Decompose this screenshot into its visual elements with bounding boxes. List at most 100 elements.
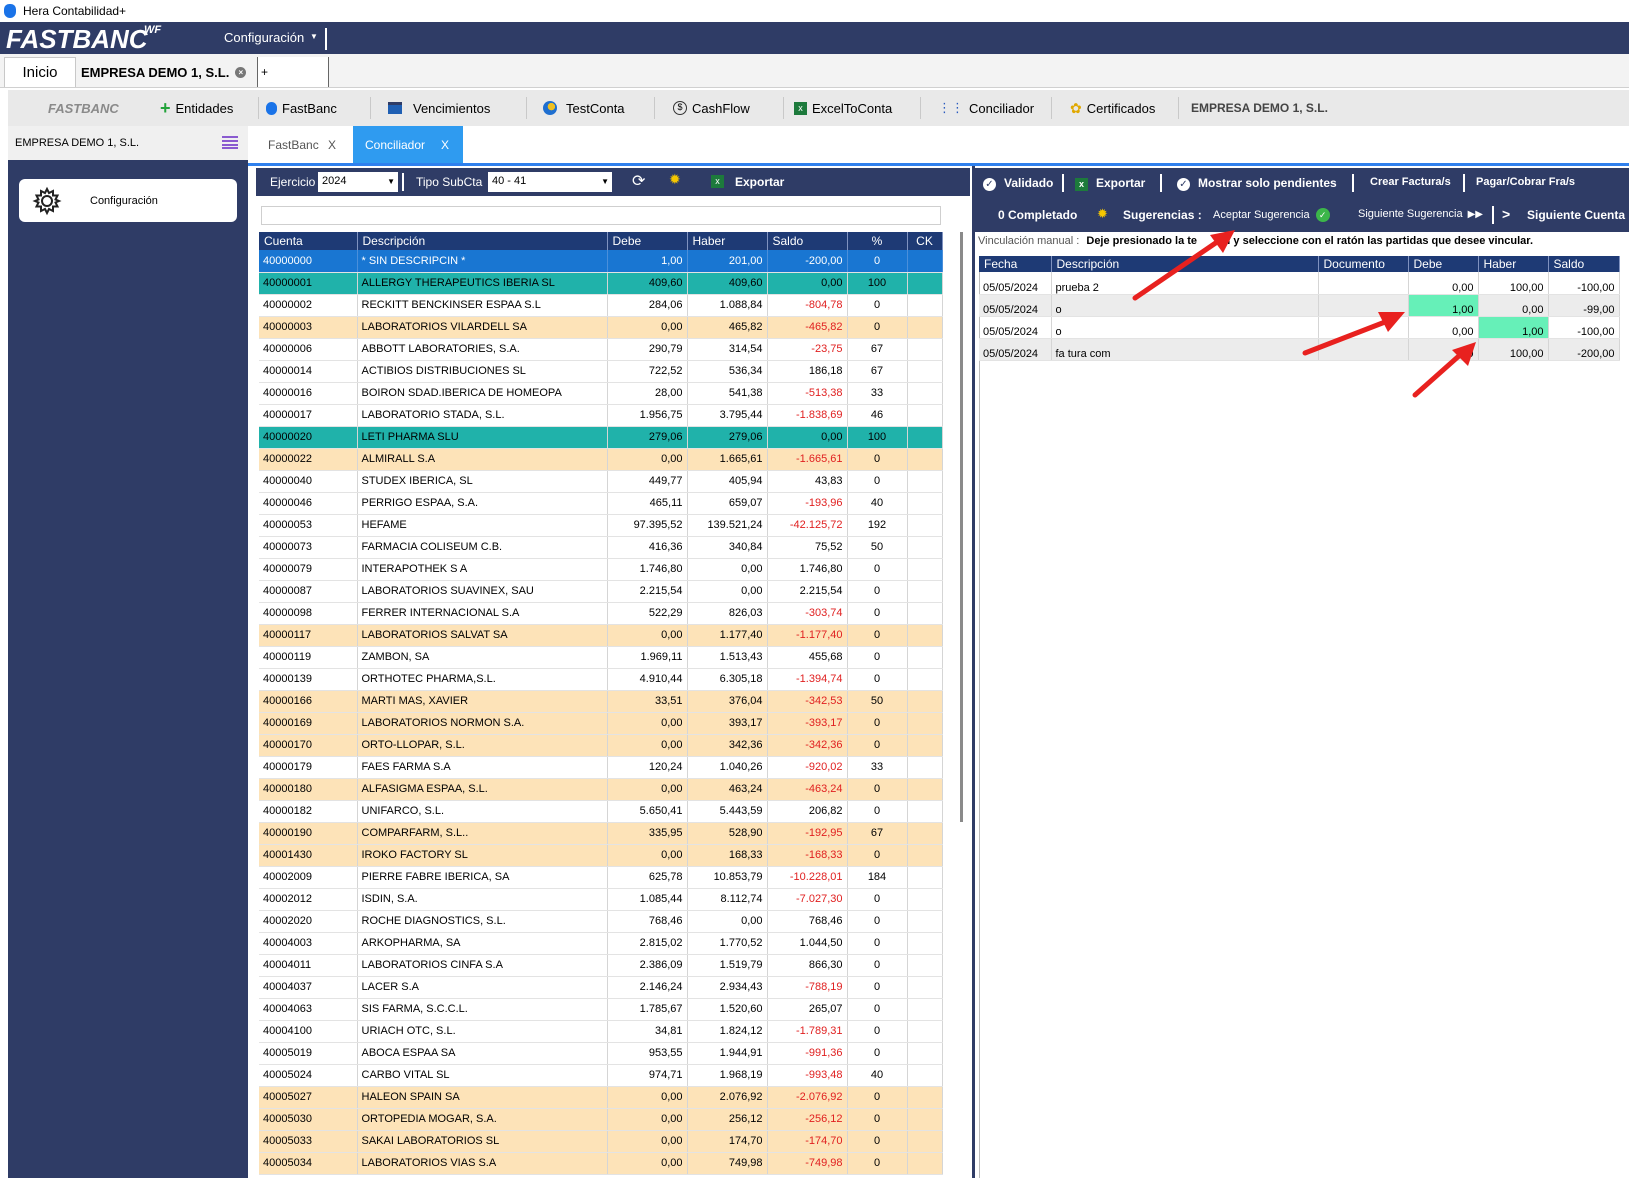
table-row[interactable]: 40000190 COMPARFARM, S.L.. 335,95 528,90 -19… (259, 822, 943, 845)
siguiente-sugerencia-button[interactable]: Siguiente Sugerencia ▶▶ (1358, 208, 1483, 220)
column-header[interactable]: Saldo (1548, 256, 1620, 272)
column-header[interactable]: Descripción (1051, 256, 1319, 272)
module-conciliador[interactable]: ⋮⋮ Conciliador (938, 90, 1034, 126)
tab-fastbanc[interactable]: FastBanc X (268, 126, 358, 163)
chevron-down-icon[interactable]: ▼ (310, 32, 318, 41)
table-row[interactable]: 40000182 UNIFARCO, S.L. 5.650,41 5.443,59 20… (259, 800, 943, 823)
column-header[interactable]: Saldo (767, 232, 848, 250)
table-row[interactable]: 40005019 ABOCA ESPAA SA 953,55 1.944,91 -991… (259, 1042, 943, 1065)
module-exceltoconta[interactable]: x ExcelToConta (794, 90, 892, 126)
table-row[interactable]: 40001430 IROKO FACTORY SL 0,00 168,33 -168,3… (259, 844, 943, 867)
table-row[interactable]: 40000020 LETI PHARMA SLU 279,06 279,06 0,00 1… (259, 426, 943, 449)
table-row[interactable]: 40002020 ROCHE DIAGNOSTICS, S.L. 768,46 0,0… (259, 910, 943, 933)
table-row[interactable]: 40004011 LABORATORIOS CINFA S.A 2.386,09 1.… (259, 954, 943, 977)
sidebar-item-configuracion[interactable]: Configuración (19, 179, 237, 222)
table-cell-pct: 0 (847, 316, 908, 339)
module-vencimientos[interactable]: Vencimientos (388, 90, 490, 126)
table-row[interactable]: 40000117 LABORATORIOS SALVAT SA 0,00 1.177,… (259, 624, 943, 647)
table-row[interactable]: 05/05/2024 o 0,00 1,00 -100,00 (979, 316, 1620, 339)
table-row[interactable]: 05/05/2024 o 1,00 0,00 -99,00 (979, 294, 1620, 317)
table-row[interactable]: 40004003 ARKOPHARMA, SA 2.815,02 1.770,52 1.… (259, 932, 943, 955)
tipo-subcta-select[interactable]: 40 - 41 ▼ (488, 172, 612, 192)
table-row[interactable]: 40004037 LACER S.A 2.146,24 2.934,43 -788,19… (259, 976, 943, 999)
tab-conciliador[interactable]: Conciliador X (353, 126, 463, 163)
table-cell-pct: 0 (847, 712, 908, 735)
table-row[interactable]: 40000053 HEFAME 97.395,52 139.521,24 -42.125… (259, 514, 943, 537)
module-fastbanc[interactable]: FastBanc (266, 90, 337, 126)
table-cell-ck (907, 470, 943, 493)
table-row[interactable]: 40000179 FAES FARMA S.A 120,24 1.040,26 -920… (259, 756, 943, 779)
column-header[interactable]: Documento (1318, 256, 1409, 272)
export-button[interactable]: Exportar (735, 175, 784, 189)
validado-button[interactable]: ✓ Validado (983, 176, 1053, 191)
close-icon[interactable]: X (328, 138, 336, 152)
table-row[interactable]: 40005033 SAKAI LABORATORIOS SL 0,00 174,70-… (259, 1130, 943, 1153)
table-row[interactable]: 05/05/2024 fa tura com 0 100,00 -200,00 (979, 338, 1620, 361)
table-row[interactable]: 40000119 ZAMBON, SA 1.969,11 1.513,43 455,68… (259, 646, 943, 669)
table-row[interactable]: 40000180 ALFASIGMA ESPAA, S.L. 0,00 463,24-… (259, 778, 943, 801)
column-header[interactable]: Haber (687, 232, 768, 250)
close-icon[interactable]: X (441, 138, 449, 152)
table-row[interactable]: 40002012 ISDIN, S.A. 1.085,44 8.112,74 -7.02… (259, 888, 943, 911)
exportar-button[interactable]: x Exportar (1075, 176, 1145, 191)
table-row[interactable]: 40000079 INTERAPOTHEK S A 1.746,80 0,00 1.74… (259, 558, 943, 581)
table-row[interactable]: 40000014 ACTIBIOS DISTRIBUCIONES SL 722,52… (259, 360, 943, 383)
table-row[interactable]: 40004063 SIS FARMA, S.C.C.L. 1.785,67 1.520… (259, 998, 943, 1021)
table-row[interactable]: 40000139 ORTHOTEC PHARMA,S.L. 4.910,44 6.30… (259, 668, 943, 691)
excel-icon: x (711, 175, 724, 188)
table-row[interactable]: 40000017 LABORATORIO STADA, S.L. 1.956,75 3… (259, 404, 943, 427)
column-header[interactable]: Debe (1408, 256, 1479, 272)
column-header[interactable]: Fecha (979, 256, 1052, 272)
table-row[interactable]: 40000098 FERRER INTERNACIONAL S.A 522,29 82… (259, 602, 943, 625)
filter-row[interactable] (261, 206, 941, 225)
config-menu[interactable]: Configuración (224, 30, 304, 45)
crear-factura-button[interactable]: Crear Factura/s (1370, 176, 1451, 188)
table-cell-pct: 33 (847, 382, 908, 405)
table-row[interactable]: 40005030 ORTOPEDIA MOGAR, S.A. 0,00 256,12-… (259, 1108, 943, 1131)
table-row[interactable]: 40005034 LABORATORIOS VIAS S.A 0,00 749,98-… (259, 1152, 943, 1175)
table-row[interactable]: 40000040 STUDEX IBERICA, SL 449,77 405,94 43… (259, 470, 943, 493)
close-icon[interactable]: × (235, 66, 247, 78)
table-row[interactable]: 40004100 URIACH OTC, S.L. 34,81 1.824,12 -1.… (259, 1020, 943, 1043)
column-header[interactable]: Descripción (357, 232, 608, 250)
lightbulb-icon[interactable]: ✹ (669, 171, 681, 188)
table-row[interactable]: 40000087 LABORATORIOS SUAVINEX, SAU 2.215,… (259, 580, 943, 603)
scrollbar[interactable] (960, 232, 963, 822)
table-row[interactable]: 40002009 PIERRE FABRE IBERICA, SA 625,78 10… (259, 866, 943, 889)
table-row[interactable]: 40000000 * SIN DESCRIPCIN * 1,00 201,00 -200… (259, 250, 943, 273)
table-row[interactable]: 40000073 FARMACIA COLISEUM C.B. 416,36 340,… (259, 536, 943, 559)
table-row[interactable]: 40000002 RECKITT BENCKINSER ESPAA S.L 284,… (259, 294, 943, 317)
table-row[interactable]: 40000169 LABORATORIOS NORMON S.A. 0,00 393,… (259, 712, 943, 735)
module-cashflow[interactable]: $ CashFlow (673, 90, 750, 126)
refresh-icon[interactable]: ⟳ (632, 171, 645, 191)
module-certificados[interactable]: ✿ Certificados (1070, 90, 1155, 126)
new-tab-button[interactable]: + (257, 57, 329, 87)
list-icon[interactable] (222, 135, 238, 149)
mostrar-pendientes-button[interactable]: ✓ Mostrar solo pendientes (1177, 176, 1337, 191)
column-header[interactable]: Haber (1478, 256, 1549, 272)
table-row[interactable]: 40005024 CARBO VITAL SL 974,71 1.968,19 -993… (259, 1064, 943, 1087)
ejercicio-select[interactable]: 2024 ▼ (318, 172, 398, 192)
module-entidades[interactable]: + Entidades (160, 90, 233, 126)
table-row[interactable]: 40000016 BOIRON SDAD.IBERICA DE HOMEOPA 28… (259, 382, 943, 405)
table-row[interactable]: 40000170 ORTO-LLOPAR, S.L. 0,00 342,36 -342,… (259, 734, 943, 757)
siguiente-cuenta-button[interactable]: Siguiente Cuenta (1527, 208, 1625, 222)
table-row[interactable]: 05/05/2024 prueba 2 0,00 100,00 -100,00 (979, 272, 1620, 295)
column-header[interactable]: Cuenta (259, 232, 358, 250)
column-header[interactable]: % (847, 232, 908, 250)
pagar-cobrar-button[interactable]: Pagar/Cobrar Fra/s (1476, 176, 1575, 188)
tab-inicio[interactable]: Inicio (4, 57, 76, 87)
table-cell-saldo: -200,00 (1548, 338, 1620, 361)
table-row[interactable]: 40000166 MARTI MAS, XAVIER 33,51 376,04 -342… (259, 690, 943, 713)
table-row[interactable]: 40000006 ABBOTT LABORATORIES, S.A. 290,79 3… (259, 338, 943, 361)
module-testconta[interactable]: TestConta (543, 90, 625, 126)
table-row[interactable]: 40005027 HALEON SPAIN SA 0,00 2.076,92 -2.07… (259, 1086, 943, 1109)
table-row[interactable]: 40000003 LABORATORIOS VILARDELL SA 0,00 465… (259, 316, 943, 339)
table-row[interactable]: 40000046 PERRIGO ESPAA, S.A. 465,11 659,07-… (259, 492, 943, 515)
tab-company[interactable]: EMPRESA DEMO 1, S.L. × (78, 57, 254, 87)
aceptar-sugerencia-button[interactable]: Aceptar Sugerencia ✓ (1213, 208, 1330, 222)
table-row[interactable]: 40000022 ALMIRALL S.A 0,00 1.665,61 -1.665,6… (259, 448, 943, 471)
table-row[interactable]: 40000001 ALLERGY THERAPEUTICS IBERIA SL 40… (259, 272, 943, 295)
column-header[interactable]: CK (907, 232, 943, 250)
column-header[interactable]: Debe (607, 232, 688, 250)
